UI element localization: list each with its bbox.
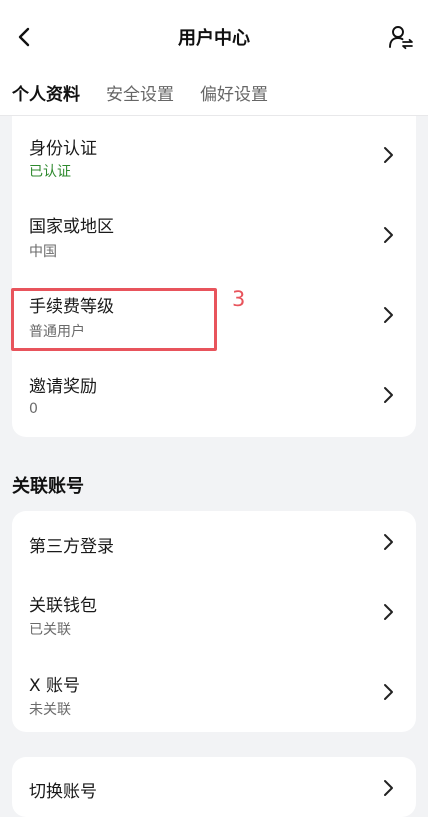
- chevron-right-icon: [384, 534, 393, 550]
- chevron-right-icon: [384, 604, 393, 620]
- third-party-login-row[interactable]: 第三方登录: [12, 511, 416, 571]
- linked-wallet-row[interactable]: 关联钱包 已关联: [12, 571, 416, 651]
- user-switch-button[interactable]: [386, 22, 416, 52]
- country-region-label: 国家或地区: [29, 217, 114, 237]
- fee-level-row[interactable]: 手续费等级 普通用户: [12, 276, 416, 356]
- chevron-right-icon: [384, 147, 393, 163]
- chevron-right-icon: [384, 307, 393, 323]
- page-title: 用户中心: [178, 28, 250, 49]
- chevron-right-icon: [384, 387, 393, 403]
- tab-security[interactable]: 安全设置: [106, 80, 174, 110]
- invite-rewards-label: 邀请奖励: [29, 377, 97, 397]
- switch-account-row[interactable]: 切换账号: [12, 757, 416, 817]
- fee-level-value: 普通用户: [29, 324, 85, 340]
- app-header: 用户中心 个人资料 安全设置 偏好设置: [0, 0, 428, 116]
- linked-accounts-title: 关联账号: [12, 476, 84, 497]
- annotation-number: 3: [232, 287, 246, 311]
- country-region-row[interactable]: 国家或地区 中国: [12, 196, 416, 276]
- country-region-value: 中国: [29, 244, 57, 260]
- linked-wallet-label: 关联钱包: [29, 596, 97, 616]
- x-account-row[interactable]: X 账号 未关联: [12, 651, 416, 731]
- chevron-right-icon: [384, 684, 393, 700]
- profile-card: 身份认证 已认证 国家或地区 中国 手续费等级 普通用户 邀请奖励 0: [12, 116, 416, 437]
- tab-preferences[interactable]: 偏好设置: [200, 80, 268, 110]
- invite-rewards-row[interactable]: 邀请奖励 0: [12, 356, 416, 436]
- invite-rewards-value: 0: [29, 401, 38, 417]
- tab-profile[interactable]: 个人资料: [12, 80, 80, 110]
- third-party-login-label: 第三方登录: [29, 537, 114, 557]
- switch-account-card: 切换账号: [12, 757, 416, 817]
- fee-level-label: 手续费等级: [29, 297, 114, 317]
- x-account-label: X 账号: [29, 676, 81, 696]
- x-account-value: 未关联: [29, 702, 71, 718]
- chevron-right-icon: [384, 780, 393, 796]
- linked-accounts-card: 第三方登录 关联钱包 已关联 X 账号 未关联: [12, 511, 416, 732]
- tab-bar: 个人资料 安全设置 偏好设置: [12, 80, 294, 110]
- top-bar: 用户中心: [0, 14, 428, 60]
- identity-verification-status: 已认证: [29, 164, 71, 180]
- identity-verification-label: 身份认证: [29, 139, 97, 159]
- user-switch-icon: [389, 26, 413, 50]
- linked-wallet-value: 已关联: [29, 622, 71, 638]
- identity-verification-row[interactable]: 身份认证 已认证: [12, 116, 416, 196]
- switch-account-label: 切换账号: [29, 782, 97, 802]
- chevron-right-icon: [384, 227, 393, 243]
